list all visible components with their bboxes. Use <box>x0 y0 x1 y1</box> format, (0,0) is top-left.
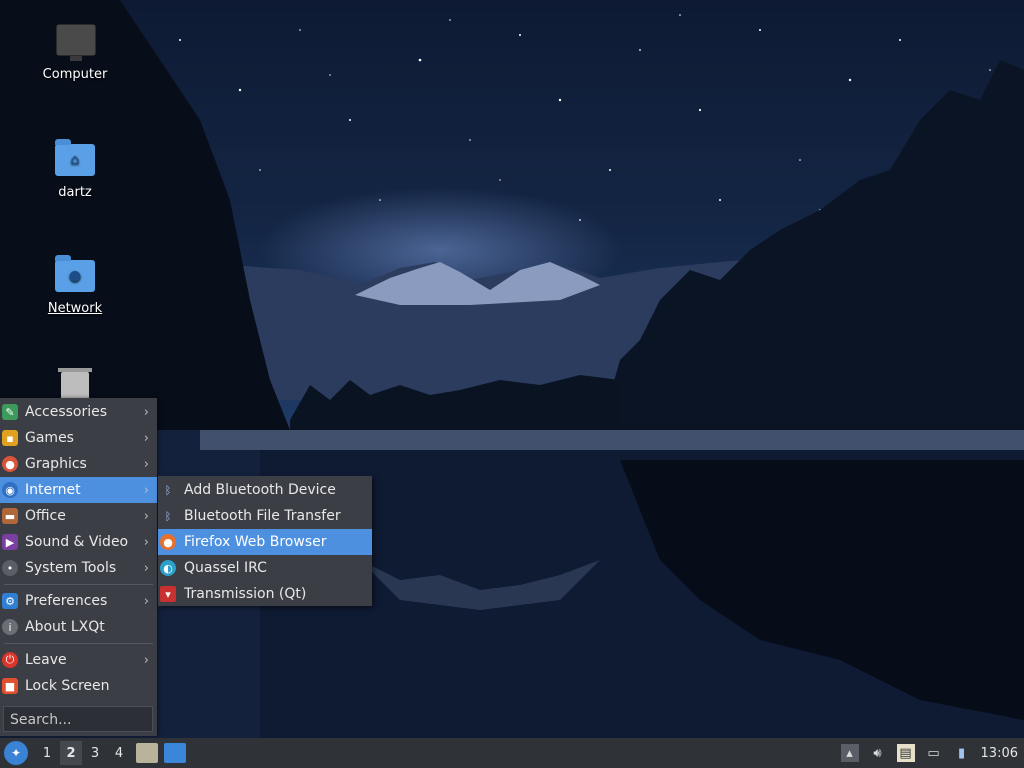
games-icon: ▪ <box>2 430 18 446</box>
menu-item-label: Internet <box>25 482 81 498</box>
menu-item-office[interactable]: ▬ Office › <box>0 503 157 529</box>
internet-submenu: ᛒ Add Bluetooth Device ᛒ Bluetooth File … <box>158 476 372 606</box>
submenu-item-add-bluetooth[interactable]: ᛒ Add Bluetooth Device <box>158 477 372 503</box>
desktop-switch-2[interactable]: 2 <box>60 741 82 765</box>
file-manager-icon[interactable] <box>136 743 158 763</box>
submenu-item-label: Transmission (Qt) <box>184 586 307 602</box>
menu-item-internet[interactable]: ◉ Internet › <box>0 477 157 503</box>
submenu-item-firefox[interactable]: ● Firefox Web Browser <box>158 529 372 555</box>
application-menu: ✎ Accessories › ▪ Games › ● Graphics › ◉… <box>0 398 157 736</box>
menu-item-lock-screen[interactable]: ■ Lock Screen <box>0 673 157 699</box>
menu-item-label: About LXQt <box>25 619 105 635</box>
office-icon: ▬ <box>2 508 18 524</box>
network-folder-icon: ● <box>53 255 97 296</box>
menu-item-accessories[interactable]: ✎ Accessories › <box>0 399 157 425</box>
chevron-right-icon: › <box>143 508 149 524</box>
submenu-item-label: Bluetooth File Transfer <box>184 508 341 524</box>
firefox-icon: ● <box>160 534 176 550</box>
start-menu-button[interactable]: ✦ <box>4 741 28 765</box>
computer-icon <box>53 22 97 62</box>
desktop-switch-4[interactable]: 4 <box>108 741 130 765</box>
bluetooth-icon: ᛒ <box>164 509 172 523</box>
lock-icon: ■ <box>2 678 18 694</box>
sound-video-icon: ▶ <box>2 534 18 550</box>
transmission-icon: ▾ <box>160 586 176 602</box>
chevron-right-icon: › <box>143 482 149 498</box>
menu-search-input[interactable]: Search... <box>3 706 153 732</box>
menu-item-label: Leave <box>25 652 67 668</box>
menu-item-about-lxqt[interactable]: i About LXQt <box>0 614 157 640</box>
submenu-item-label: Quassel IRC <box>184 560 267 576</box>
menu-item-label: System Tools <box>25 560 117 576</box>
chevron-right-icon: › <box>143 560 149 576</box>
network-status-icon[interactable]: ▭ <box>925 744 943 762</box>
home-folder-icon: ⌂ <box>53 139 97 180</box>
menu-item-label: Accessories <box>25 404 108 420</box>
tray-arrow-icon[interactable]: ▴ <box>840 744 859 762</box>
notification-icon[interactable]: ▮ <box>953 744 971 762</box>
menu-item-sound-video[interactable]: ▶ Sound & Video › <box>0 529 157 555</box>
system-tools-icon: • <box>2 560 18 576</box>
menu-item-system-tools[interactable]: • System Tools › <box>0 555 157 581</box>
submenu-item-bluetooth-file-transfer[interactable]: ᛒ Bluetooth File Transfer <box>158 503 372 529</box>
internet-icon: ◉ <box>2 482 18 498</box>
home-folder-label: dartz <box>58 185 92 200</box>
power-icon: ⏻ <box>2 652 18 668</box>
menu-item-label: Games <box>25 430 74 446</box>
menu-item-label: Graphics <box>25 456 87 472</box>
menu-item-label: Sound & Video <box>25 534 129 550</box>
chevron-right-icon: › <box>143 430 149 446</box>
accessories-icon: ✎ <box>2 404 18 420</box>
clock[interactable]: 13:06 <box>981 746 1018 761</box>
chevron-right-icon: › <box>143 652 149 668</box>
menu-separator <box>4 643 153 644</box>
preferences-icon: ⚙ <box>2 593 18 609</box>
home-folder-desktop-icon[interactable]: ⌂ dartz <box>30 139 120 201</box>
menu-item-label: Preferences <box>25 593 108 609</box>
clipboard-icon[interactable]: ▤ <box>896 744 915 762</box>
network-label: Network <box>47 301 103 316</box>
computer-label: Computer <box>42 67 108 82</box>
chevron-right-icon: › <box>143 593 149 609</box>
menu-item-preferences[interactable]: ⚙ Preferences › <box>0 588 157 614</box>
menu-item-leave[interactable]: ⏻ Leave › <box>0 647 157 673</box>
desktop-switch-3[interactable]: 3 <box>84 741 106 765</box>
menu-separator <box>4 584 153 585</box>
menu-item-label: Lock Screen <box>25 678 110 694</box>
desktop: Computer ⌂ dartz ● Network ✎ Accessories… <box>0 0 1024 768</box>
bluetooth-icon: ᛒ <box>164 483 172 497</box>
chevron-right-icon: › <box>143 456 149 472</box>
quassel-icon: ◐ <box>160 560 176 576</box>
taskbar: ✦ 1 2 3 4 ▴ 🔊︎ ▤ ▭ ▮ 13:06 <box>0 738 1024 768</box>
menu-item-games[interactable]: ▪ Games › <box>0 425 157 451</box>
info-icon: i <box>2 619 18 635</box>
submenu-item-label: Add Bluetooth Device <box>184 482 336 498</box>
desktop-switch-1[interactable]: 1 <box>36 741 58 765</box>
show-desktop-icon[interactable] <box>164 743 186 763</box>
submenu-item-transmission[interactable]: ▾ Transmission (Qt) <box>158 581 372 607</box>
chevron-right-icon: › <box>143 534 149 550</box>
graphics-icon: ● <box>2 456 18 472</box>
computer-desktop-icon[interactable]: Computer <box>30 22 120 83</box>
submenu-item-quassel[interactable]: ◐ Quassel IRC <box>158 555 372 581</box>
chevron-right-icon: › <box>143 404 149 420</box>
menu-item-graphics[interactable]: ● Graphics › <box>0 451 157 477</box>
submenu-item-label: Firefox Web Browser <box>184 534 327 550</box>
system-tray: ▴ 🔊︎ ▤ ▭ ▮ 13:06 <box>840 738 1024 768</box>
network-desktop-icon[interactable]: ● Network <box>30 255 120 317</box>
menu-item-label: Office <box>25 508 66 524</box>
volume-icon[interactable]: 🔊︎ <box>869 744 887 762</box>
